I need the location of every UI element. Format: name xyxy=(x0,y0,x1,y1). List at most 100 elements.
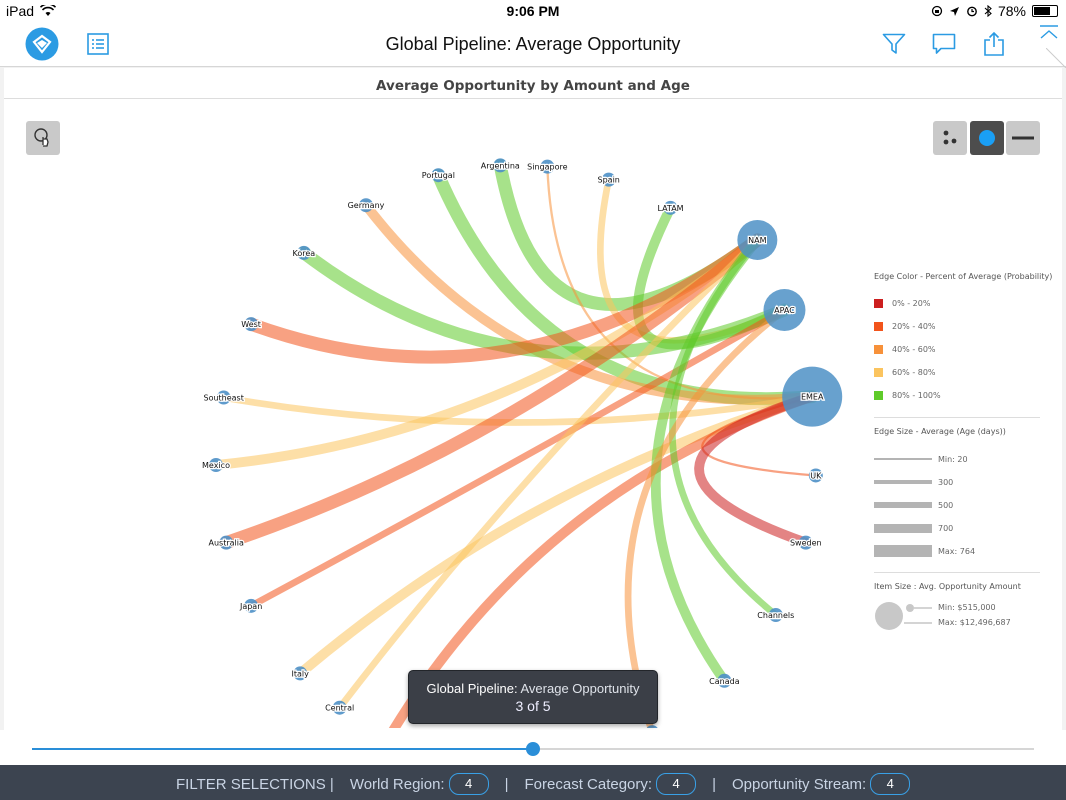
tooltip-subtitle: Average Opportunity xyxy=(520,681,640,696)
edge-portugal-emea[interactable] xyxy=(431,168,819,406)
collapse-icon xyxy=(1040,25,1058,39)
legend-swatch xyxy=(874,390,883,400)
edge-size-swatch xyxy=(874,458,932,460)
node-label-spain: Spain xyxy=(598,176,620,185)
node-label-apac: APAC xyxy=(774,306,795,315)
node-label-japan: Japan xyxy=(239,602,262,611)
edge-size-legend-item: Max: 764 xyxy=(874,545,976,557)
share-icon xyxy=(984,31,1004,56)
legend-label: 40% - 60% xyxy=(892,344,936,354)
item-size-min-label: Min: $515,000 xyxy=(938,603,996,612)
node-label-portugal: Portugal xyxy=(422,171,455,180)
bubble-view-button[interactable] xyxy=(970,121,1004,155)
chart-title: Average Opportunity by Amount and Age xyxy=(376,78,690,94)
edge-size-swatch xyxy=(874,523,932,533)
item-size-legend-title: Item Size : Avg. Opportunity Amount xyxy=(874,582,1021,591)
status-bar: iPad 9:06 PM 78% xyxy=(0,0,1066,22)
line-icon xyxy=(1012,136,1034,140)
scatter-view-button[interactable] xyxy=(933,121,967,155)
node-label-central: Central xyxy=(325,704,354,713)
legend-swatch xyxy=(874,344,883,354)
node-label-west: West xyxy=(241,320,261,329)
tooltip-title: Global Pipeline: xyxy=(426,681,518,696)
node-label-italy: Italy xyxy=(292,669,310,678)
legend-label: Min: 20 xyxy=(938,454,968,464)
share-button[interactable] xyxy=(976,26,1012,62)
comment-icon xyxy=(932,33,956,54)
collapse-button[interactable] xyxy=(1034,22,1064,42)
scatter-dots-icon xyxy=(943,130,957,145)
forecast-category-label: Forecast Category: xyxy=(524,775,653,793)
node-label-singapore: Singapore xyxy=(527,163,567,172)
page-slider-thumb[interactable] xyxy=(526,742,540,756)
opportunity-stream-label: Opportunity Stream: xyxy=(731,775,867,793)
title-divider xyxy=(4,98,1062,99)
edge-size-legend-item: 300 xyxy=(874,477,953,487)
edge-size-legend-item: Min: 20 xyxy=(874,454,968,464)
node-label-mexico: Mexico xyxy=(202,461,230,470)
legend-swatch xyxy=(874,321,883,331)
node-label-germany: Germany xyxy=(348,201,385,210)
legend-swatch xyxy=(874,298,883,308)
page-slider-track[interactable] xyxy=(32,742,1034,756)
edge-color-legend-item: 40% - 60% xyxy=(874,344,936,354)
legend-label: 0% - 20% xyxy=(892,298,931,308)
location-icon xyxy=(949,6,959,16)
edge-size-legend-item: 700 xyxy=(874,523,953,533)
item-size-symbol xyxy=(875,602,932,630)
edge-size-swatch xyxy=(874,480,932,484)
node-label-channels: Channels xyxy=(757,611,794,620)
orientation-lock-icon xyxy=(931,5,943,17)
node-label-southeast: Southeast xyxy=(203,394,243,403)
edge-color-legend-item: 60% - 80% xyxy=(874,367,936,377)
page-slider-fill xyxy=(32,748,533,750)
bubble-icon xyxy=(979,130,995,146)
battery-icon xyxy=(1032,5,1058,17)
legend-label: 60% - 80% xyxy=(892,367,936,377)
corner-fold-icon xyxy=(1046,48,1066,68)
filter-bar: FILTER SELECTIONS | World Region: 4 | Fo… xyxy=(0,765,1066,800)
node-label-australia: Australia xyxy=(209,539,244,548)
status-time: 9:06 PM xyxy=(506,3,560,19)
filter-selections-label: FILTER SELECTIONS | xyxy=(176,775,334,793)
tooltip-position: 3 of 5 xyxy=(515,698,551,714)
forecast-category-count[interactable]: 4 xyxy=(656,773,697,795)
navigation-bar: Global Pipeline: Average Opportunity xyxy=(0,22,1066,67)
edge-size-swatch xyxy=(874,545,932,557)
legend-label: 500 xyxy=(938,500,954,510)
node-label-canada: Canada xyxy=(709,677,740,686)
edge-color-legend-title: Edge Color - Percent of Average (Probabi… xyxy=(874,272,1053,281)
comment-button[interactable] xyxy=(926,26,962,62)
filter-button[interactable] xyxy=(876,26,912,62)
edge-size-legend-item: 500 xyxy=(874,500,953,510)
legend-swatch xyxy=(874,367,883,377)
world-region-count[interactable]: 4 xyxy=(448,773,489,795)
alarm-icon xyxy=(967,6,977,17)
node-label-sweden: Sweden xyxy=(790,539,822,548)
legend-label: Max: 764 xyxy=(938,546,976,556)
edge-size-legend-title: Edge Size - Average (Age (days)) xyxy=(874,427,1006,436)
legend-label: 300 xyxy=(938,477,954,487)
edge-color-legend-item: 20% - 40% xyxy=(874,321,936,331)
opportunity-stream-count[interactable]: 4 xyxy=(870,773,911,795)
page-slider-area xyxy=(0,730,1066,765)
item-size-max-label: Max: $12,496,687 xyxy=(938,618,1011,627)
node-label-emea: EMEA xyxy=(801,393,824,402)
edge-size-swatch xyxy=(874,502,932,508)
node-label-korea: Korea xyxy=(293,249,316,258)
node-label-nam: NAM xyxy=(748,236,766,245)
battery-percent: 78% xyxy=(997,3,1026,19)
node-label-latam: LATAM xyxy=(657,204,683,213)
legend-label: 700 xyxy=(938,523,954,533)
legend-label: 80% - 100% xyxy=(892,390,941,400)
line-view-button[interactable] xyxy=(1006,121,1040,155)
node-label-uk: UK xyxy=(810,471,822,480)
filter-icon xyxy=(882,33,906,54)
chart-panel: Average Opportunity by Amount and Age Ar… xyxy=(4,68,1062,730)
legend-label: 20% - 40% xyxy=(892,321,936,331)
edge-color-legend-item: 80% - 100% xyxy=(874,390,941,400)
page-tooltip: Global Pipeline: Average Opportunity 3 o… xyxy=(408,670,658,724)
bluetooth-icon xyxy=(984,5,992,17)
node-label-argentina: Argentina xyxy=(481,161,520,170)
edge-color-legend-item: 0% - 20% xyxy=(874,298,930,308)
